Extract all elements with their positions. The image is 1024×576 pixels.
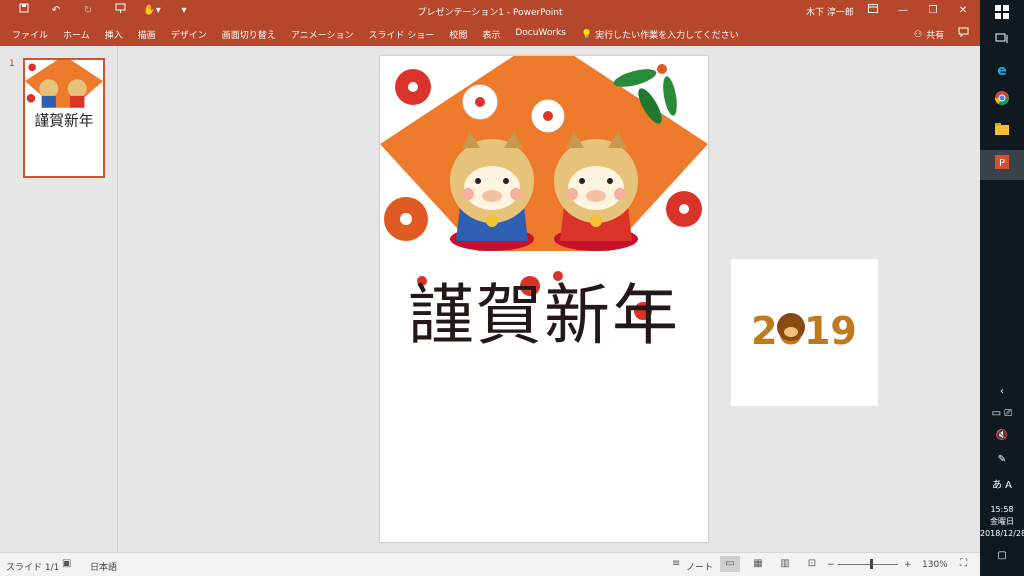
svg-text:P: P — [999, 158, 1005, 169]
tell-me-search[interactable]: 💡 実行したい作業を入力してください — [580, 28, 739, 42]
restore-icon[interactable]: ❐ — [918, 3, 948, 19]
slide-sorter-view-icon[interactable]: ▦ — [748, 556, 768, 572]
powerpoint-icon[interactable]: P — [980, 150, 1024, 180]
ribbon-tab[interactable]: 校閲 — [443, 28, 473, 41]
language-indicator[interactable]: 日本語 — [90, 560, 117, 573]
plum-flower-icon — [666, 191, 702, 227]
notes-icon[interactable]: ≡ — [672, 558, 680, 569]
zoom-slider[interactable] — [838, 564, 898, 565]
redo-icon[interactable]: ↻ — [72, 3, 104, 19]
share-label: 共有 — [926, 31, 945, 41]
reading-view-icon[interactable]: ▥ — [775, 556, 795, 572]
share-button[interactable]: ⚇ 共有 — [914, 28, 945, 42]
powerpoint-window: ↶ ↻ ✋▾ ▾ プレゼンテーション1 - PowerPoint 木下 淳一郎 … — [0, 0, 980, 576]
pen-icon[interactable]: ✎ — [980, 454, 1024, 465]
thumbnail-greeting: 謹賀新年 — [35, 113, 94, 130]
slide-thumbnail-pane: 1 謹賀新年 — [0, 46, 118, 552]
ribbon-tab[interactable]: ホーム — [57, 28, 96, 41]
clock[interactable]: 15:58 金曜日 2018/12/28 — [980, 504, 1024, 540]
comments-icon[interactable] — [958, 27, 969, 40]
task-view-icon[interactable] — [980, 26, 1024, 56]
slide-thumbnail-1[interactable]: 謹賀新年 — [23, 58, 105, 178]
action-center-icon[interactable]: ▢ — [980, 550, 1024, 561]
quick-access-toolbar: ↶ ↻ ✋▾ ▾ — [8, 3, 200, 19]
slide-editor: 謹賀新年 2019 — [119, 46, 980, 552]
title-bar: ↶ ↻ ✋▾ ▾ プレゼンテーション1 - PowerPoint 木下 淳一郎 … — [0, 0, 980, 22]
ime-mode: あ — [991, 480, 1002, 491]
touch-mode-icon[interactable]: ✋▾ — [136, 3, 168, 19]
person-icon: ⚇ — [914, 29, 923, 40]
ribbon-tab[interactable]: ファイル — [6, 28, 54, 41]
clock-time: 15:58 — [990, 505, 1014, 514]
ribbon-tab[interactable]: スライド ショー — [362, 28, 440, 41]
undo-icon[interactable]: ↶ — [40, 3, 72, 19]
zoom-slider-thumb[interactable] — [870, 559, 873, 569]
ribbon-tab[interactable]: 画面切り替え — [216, 28, 282, 41]
ribbon-tab[interactable]: アニメーション — [285, 28, 360, 41]
notes-button[interactable]: ノート — [686, 560, 713, 573]
user-name[interactable]: 木下 淳一郎 — [806, 5, 854, 18]
offslide-2019-image[interactable]: 2019 — [731, 259, 878, 406]
save-icon[interactable] — [8, 3, 40, 19]
spelling-check-icon[interactable]: ▣ — [62, 558, 71, 569]
tell-me-placeholder: 実行したい作業を入力してください — [595, 31, 739, 41]
normal-view-icon[interactable]: ▭ — [720, 556, 740, 572]
file-explorer-icon[interactable] — [980, 116, 1024, 146]
clock-date: 2018/12/28 — [980, 529, 1024, 538]
plum-flower-icon — [462, 84, 498, 120]
ribbon-tab[interactable]: 描画 — [132, 28, 162, 41]
slideshow-view-icon[interactable]: ⊡ — [802, 556, 822, 572]
plum-flower-icon — [395, 69, 431, 105]
volume-muted-icon[interactable]: 🔇 — [980, 430, 1024, 441]
ime-indicator[interactable]: あ A — [980, 476, 1024, 491]
zoom-in-button[interactable]: + — [904, 560, 912, 570]
lightbulb-icon: 💡 — [580, 29, 593, 40]
clock-day: 金曜日 — [990, 517, 1014, 526]
plum-flower-icon — [531, 99, 565, 133]
new-year-illustration[interactable]: 謹賀新年 — [380, 56, 708, 542]
thumbnail-number: 1 — [9, 59, 15, 69]
windows-taskbar: e P ‹ ▭ ⎚ 🔇 ✎ あ A 15:58 金曜日 2018/12/28 ▢ — [980, 0, 1024, 576]
zoom-out-button[interactable]: − — [827, 560, 835, 570]
zoom-level[interactable]: 130% — [922, 560, 948, 570]
ribbon-tabs: ファイル ホーム 挿入 描画 デザイン 画面切り替え アニメーション スライド ショー 校閲 表示… — [0, 22, 980, 46]
ribbon-tab[interactable]: 表示 — [476, 28, 506, 41]
ribbon-tab[interactable]: DocuWorks — [509, 28, 572, 41]
customize-qat-icon[interactable]: ▾ — [168, 3, 200, 19]
boar-head-icon — [777, 313, 805, 341]
ribbon-tab[interactable]: 挿入 — [99, 28, 129, 41]
internet-explorer-icon[interactable]: e — [980, 56, 1024, 86]
chevron-left-icon[interactable]: ‹ — [980, 386, 1024, 397]
slide-canvas[interactable]: 謹賀新年 — [380, 56, 708, 542]
close-icon[interactable]: ✕ — [948, 3, 978, 19]
ribbon-display-options-icon[interactable] — [858, 3, 888, 19]
status-bar: スライド 1/1 ▣ 日本語 ≡ ノート ▭ ▦ ▥ ⊡ − + 130% ⛶ — [0, 552, 980, 576]
plum-flower-icon — [384, 197, 428, 241]
fit-to-window-icon[interactable]: ⛶ — [960, 558, 967, 569]
ime-toggle-icon: A — [1005, 480, 1013, 491]
slide-count[interactable]: スライド 1/1 — [6, 560, 59, 573]
ribbon-tab[interactable]: デザイン — [165, 28, 213, 41]
battery-network-icon[interactable]: ▭ ⎚ — [980, 408, 1024, 419]
greeting-text[interactable]: 謹賀新年 — [408, 277, 680, 354]
chrome-icon[interactable] — [980, 86, 1024, 116]
minimize-icon[interactable]: — — [888, 3, 918, 19]
start-slideshow-icon[interactable] — [104, 3, 136, 19]
